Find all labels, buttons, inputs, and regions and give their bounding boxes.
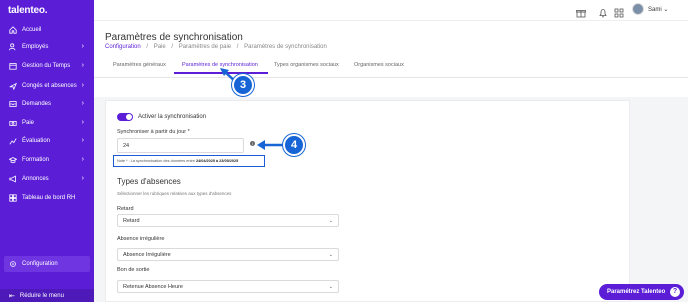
breadcrumb-separator: /	[171, 44, 174, 50]
megaphone-icon	[9, 175, 17, 183]
bell-icon[interactable]	[598, 5, 608, 18]
sidebar-item-paie[interactable]: Paie ›	[0, 115, 94, 131]
chevron-right-icon: ›	[81, 137, 84, 144]
sidebar-item-accueil[interactable]: Accueil	[0, 22, 94, 38]
retard-select[interactable]: Retard ⌄	[117, 214, 339, 227]
sync-from-label: Synchroniser à partir du jour *	[117, 129, 190, 135]
tab-parametres-generaux[interactable]: Paramètres généraux	[113, 62, 166, 68]
gift-icon[interactable]	[576, 5, 586, 18]
sidebar-item-label: Formation	[22, 157, 50, 163]
chevron-right-icon: ›	[81, 175, 84, 182]
chevron-right-icon: ›	[81, 82, 84, 89]
chevron-right-icon: ›	[81, 119, 84, 126]
inbox-icon	[9, 100, 17, 108]
sidebar-item-label: Annonces	[22, 176, 49, 182]
callout-step-4: 4	[283, 134, 305, 156]
absence-irreguliere-label: Absence irrégulière	[117, 236, 165, 242]
breadcrumb-separator: /	[236, 44, 239, 50]
collapse-icon: ⇤	[9, 292, 15, 300]
callout-step-3: 3	[232, 74, 254, 96]
chevron-down-icon: ⌄	[328, 252, 333, 258]
avatar[interactable]	[632, 3, 644, 15]
info-icon: i	[250, 141, 255, 146]
sync-toggle[interactable]	[117, 113, 133, 121]
gear-icon	[9, 260, 17, 268]
reduce-menu-label: Réduire le menu	[19, 292, 64, 299]
chart-icon	[9, 137, 17, 145]
tab-types-organismes-sociaux[interactable]: Types organismes sociaux	[274, 62, 339, 68]
help-button[interactable]: Paramétrez Talenteo ?	[599, 284, 684, 300]
sidebar-item-annonces[interactable]: Annonces ›	[0, 171, 94, 187]
absence-types-subtitle: Sélectionner les rubriques relatives aux…	[117, 191, 232, 196]
retard-select-value: Retard	[123, 217, 140, 224]
sync-toggle-label: Activer la synchronisation	[138, 114, 207, 120]
active-tab-indicator	[174, 72, 268, 74]
breadcrumb-link-configuration[interactable]: Configuration	[105, 44, 141, 50]
breadcrumb-link-parametres-paie[interactable]: Paramètres de paie	[179, 44, 231, 50]
sidebar-item-formation[interactable]: Formation ›	[0, 152, 94, 168]
chevron-right-icon: ›	[81, 43, 84, 50]
sidebar-item-employes[interactable]: Employés ›	[0, 39, 94, 55]
sync-from-input[interactable]: 24	[117, 138, 244, 153]
user-menu[interactable]: Sami ⌄	[648, 6, 668, 13]
breadcrumb-link-paie[interactable]: Paie	[154, 44, 166, 50]
absence-types-title: Types d'absences	[117, 177, 181, 186]
breadcrumb-separator: /	[146, 44, 149, 50]
sidebar-item-label: Employés	[22, 44, 49, 50]
sidebar-item-conges[interactable]: Congés et absences ›	[0, 78, 94, 94]
sidebar-item-label: Évaluation	[22, 138, 51, 144]
calendar-icon	[9, 62, 17, 70]
sidebar-item-tableau-de-bord[interactable]: Tableau de bord RH	[0, 190, 94, 206]
dashboard-icon	[9, 194, 17, 202]
breadcrumb: Configuration / Paie / Paramètres de pai…	[105, 44, 327, 50]
breadcrumb-current: Paramètres de synchronisation	[244, 44, 327, 50]
page-title: Paramètres de synchronisation	[105, 32, 243, 43]
help-button-label: Paramétrez Talenteo	[607, 289, 666, 295]
retard-label: Retard	[117, 206, 134, 212]
reduce-menu-button[interactable]: ⇤ Réduire le menu	[0, 289, 94, 302]
sidebar-item-label: Gestion du Temps	[22, 63, 71, 69]
users-icon	[9, 43, 17, 51]
bon-de-sortie-select-value: Retenue Absence Heure	[123, 283, 183, 290]
chevron-right-icon: ›	[81, 156, 84, 163]
sidebar-item-configuration[interactable]: Configuration	[4, 256, 90, 272]
sync-note-dates: 24/04/2025 à 23/05/2025	[195, 158, 239, 163]
sidebar-item-label: Accueil	[22, 27, 42, 33]
chevron-down-icon: ⌄	[328, 284, 333, 290]
app-logo: talenteo.	[8, 5, 48, 16]
chevron-right-icon: ›	[81, 100, 84, 107]
home-icon	[9, 26, 17, 34]
sync-note-text: Note * : La synchronisation des données …	[117, 158, 196, 163]
help-icon: ?	[670, 287, 680, 297]
sidebar-item-label: Paie	[22, 120, 35, 126]
absence-irreguliere-select-value: Absence Irrégulière	[123, 251, 171, 258]
tab-parametres-synchronisation[interactable]: Paramètres de synchronisation	[182, 62, 258, 68]
plane-icon	[9, 82, 17, 90]
chevron-right-icon: ›	[81, 62, 84, 69]
money-icon	[9, 119, 17, 127]
sidebar-item-evaluation[interactable]: Évaluation ›	[0, 133, 94, 149]
sidebar-item-gestion-temps[interactable]: Gestion du Temps ›	[0, 58, 94, 74]
sidebar-item-label: Congés et absences	[22, 83, 77, 89]
sidebar-item-label: Tableau de bord RH	[22, 195, 76, 201]
top-bar	[94, 0, 688, 20]
chevron-down-icon: ⌄	[328, 218, 333, 224]
tab-organismes-sociaux[interactable]: Organismes sociaux	[354, 62, 404, 68]
sidebar-item-label: Demandes	[22, 101, 52, 107]
header-divider	[94, 77, 688, 78]
apps-grid-icon[interactable]	[614, 5, 624, 18]
absence-irreguliere-select[interactable]: Absence Irrégulière ⌄	[117, 248, 339, 261]
graduation-icon	[9, 156, 17, 164]
sidebar-item-demandes[interactable]: Demandes ›	[0, 96, 94, 112]
bon-de-sortie-label: Bon de sortie	[117, 267, 150, 273]
bon-de-sortie-select[interactable]: Retenue Absence Heure ⌄	[117, 280, 339, 293]
sidebar-item-label: Configuration	[22, 261, 58, 267]
sidebar: talenteo. Accueil Employés › Gestion du …	[0, 0, 94, 302]
sync-note: Note * : La synchronisation des données …	[113, 155, 265, 167]
